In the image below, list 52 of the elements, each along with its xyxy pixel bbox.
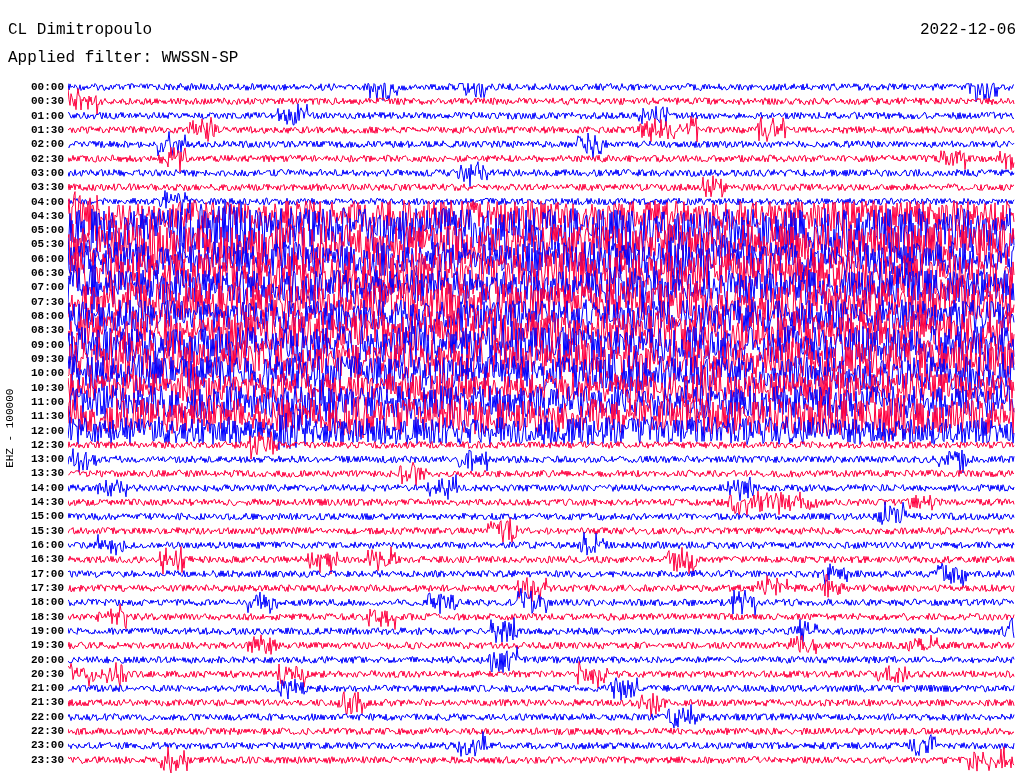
time-label: 08:30 — [30, 323, 64, 338]
time-label: 06:30 — [30, 266, 64, 281]
time-label: 05:00 — [30, 223, 64, 238]
time-label: 11:00 — [30, 394, 64, 410]
time-label: 14:30 — [30, 495, 64, 510]
channel-axis-label: EHZ - 100000 — [3, 388, 18, 468]
time-label: 01:30 — [30, 122, 64, 138]
station-name: CL Dimitropoulo — [8, 20, 153, 40]
time-label: 08:00 — [30, 309, 64, 324]
time-label: 19:00 — [30, 623, 64, 639]
time-label: 12:00 — [30, 423, 64, 438]
time-label: 17:30 — [30, 580, 64, 596]
time-label: 21:00 — [30, 681, 64, 696]
time-label: 23:30 — [30, 752, 64, 767]
filter-label: Applied filter: WWSSN-SP — [8, 49, 239, 67]
time-label: 07:00 — [30, 280, 64, 295]
date-label: 2022-12-06 — [920, 20, 1016, 40]
time-label: 15:30 — [30, 523, 64, 538]
time-label: 10:00 — [30, 366, 64, 381]
time-label: 18:00 — [30, 595, 64, 610]
time-label: 13:30 — [30, 466, 64, 481]
time-label: 17:00 — [30, 566, 64, 581]
time-label: 21:30 — [30, 695, 64, 710]
time-label: 20:30 — [30, 666, 64, 682]
time-label: 04:00 — [30, 194, 64, 209]
time-label: 19:30 — [30, 638, 64, 653]
time-label: 02:00 — [30, 137, 64, 152]
time-label: 12:30 — [30, 437, 64, 453]
time-label: 22:00 — [30, 709, 64, 725]
time-label: 03:30 — [30, 180, 64, 195]
time-label: 00:30 — [30, 94, 64, 109]
time-label: 09:00 — [30, 337, 64, 352]
time-label: 23:00 — [30, 738, 64, 753]
time-label: 06:00 — [30, 251, 64, 267]
time-label: 05:30 — [30, 237, 64, 252]
time-label: 18:30 — [30, 609, 64, 624]
time-label: 01:00 — [30, 108, 64, 123]
time-label: 09:30 — [30, 351, 64, 367]
time-label: 16:00 — [30, 538, 64, 553]
time-label: 22:30 — [30, 724, 64, 739]
time-label: 07:30 — [30, 294, 64, 309]
time-label: 11:30 — [30, 409, 64, 424]
time-label: 16:30 — [30, 552, 64, 567]
time-label: 20:00 — [30, 652, 64, 667]
time-label: 15:00 — [30, 509, 64, 524]
time-label: 14:00 — [30, 480, 64, 496]
time-label: 13:00 — [30, 452, 64, 467]
time-label: 02:30 — [30, 151, 64, 166]
time-label: 10:30 — [30, 380, 64, 395]
time-label: 00:00 — [30, 80, 64, 95]
time-label: 04:30 — [30, 208, 64, 224]
time-label: 03:00 — [30, 165, 64, 181]
